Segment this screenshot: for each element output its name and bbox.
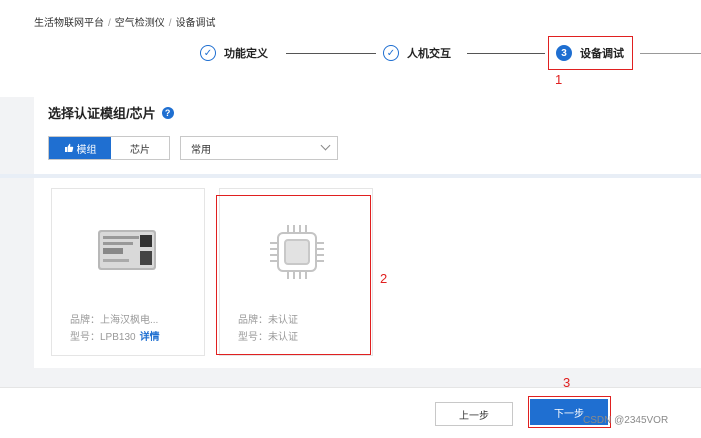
step-hmi[interactable]: ✓ 人机交互 — [383, 43, 451, 63]
thumbs-up-icon — [64, 143, 73, 152]
check-icon: ✓ — [200, 45, 216, 61]
annotation-box-2 — [216, 195, 371, 355]
module-image — [98, 230, 156, 270]
annotation-box-1 — [548, 36, 633, 70]
category-select-value: 常用 — [191, 144, 211, 156]
breadcrumb-item-platform[interactable]: 生活物联网平台 — [34, 18, 104, 29]
module-card-lpb130[interactable]: 品牌：上海汉枫电... 型号：LPB130 详情 — [51, 188, 205, 356]
module-model: 型号：LPB130 详情 — [70, 328, 160, 343]
help-icon[interactable]: ? — [161, 106, 174, 119]
module-model-value: LPB130 — [100, 332, 136, 343]
step-connector — [286, 53, 376, 54]
breadcrumb: 生活物联网平台 / 空气检测仪 / 设备调试 — [34, 14, 216, 29]
module-brand-value: 上海汉枫电... — [100, 315, 159, 326]
chevron-down-icon — [320, 140, 331, 151]
breadcrumb-separator: / — [168, 18, 172, 29]
breadcrumb-item-product[interactable]: 空气检测仪 — [115, 18, 165, 29]
step-label: 人机交互 — [407, 48, 451, 60]
step-label: 功能定义 — [224, 48, 268, 60]
details-link[interactable]: 详情 — [140, 332, 160, 343]
module-brand: 品牌：上海汉枫电... — [70, 311, 158, 326]
tab-module[interactable]: 模组 — [49, 137, 111, 159]
module-chip-toggle: 模组 芯片 — [48, 136, 170, 160]
previous-step-button[interactable]: 上一步 — [435, 402, 513, 426]
tab-chip-label: 芯片 — [130, 144, 150, 156]
step-connector — [640, 53, 701, 54]
module-model-label: 型号： — [70, 332, 100, 343]
annotation-label-3: 3 — [563, 375, 571, 390]
check-icon: ✓ — [383, 45, 399, 61]
module-brand-label: 品牌： — [70, 315, 100, 326]
tab-module-label: 模组 — [76, 144, 97, 156]
category-select[interactable]: 常用 — [180, 136, 338, 160]
section-title-text: 选择认证模组/芯片 — [48, 106, 156, 121]
step-function-definition[interactable]: ✓ 功能定义 — [200, 43, 268, 63]
breadcrumb-item-current: 设备调试 — [175, 18, 216, 29]
annotation-label-1: 1 — [555, 72, 563, 87]
section-title: 选择认证模组/芯片 ? — [48, 103, 174, 122]
step-connector — [467, 53, 545, 54]
watermark: CSDN @2345VOR — [583, 415, 669, 426]
tab-chip[interactable]: 芯片 — [111, 137, 169, 159]
breadcrumb-separator: / — [108, 18, 111, 29]
annotation-label-2: 2 — [380, 271, 388, 286]
